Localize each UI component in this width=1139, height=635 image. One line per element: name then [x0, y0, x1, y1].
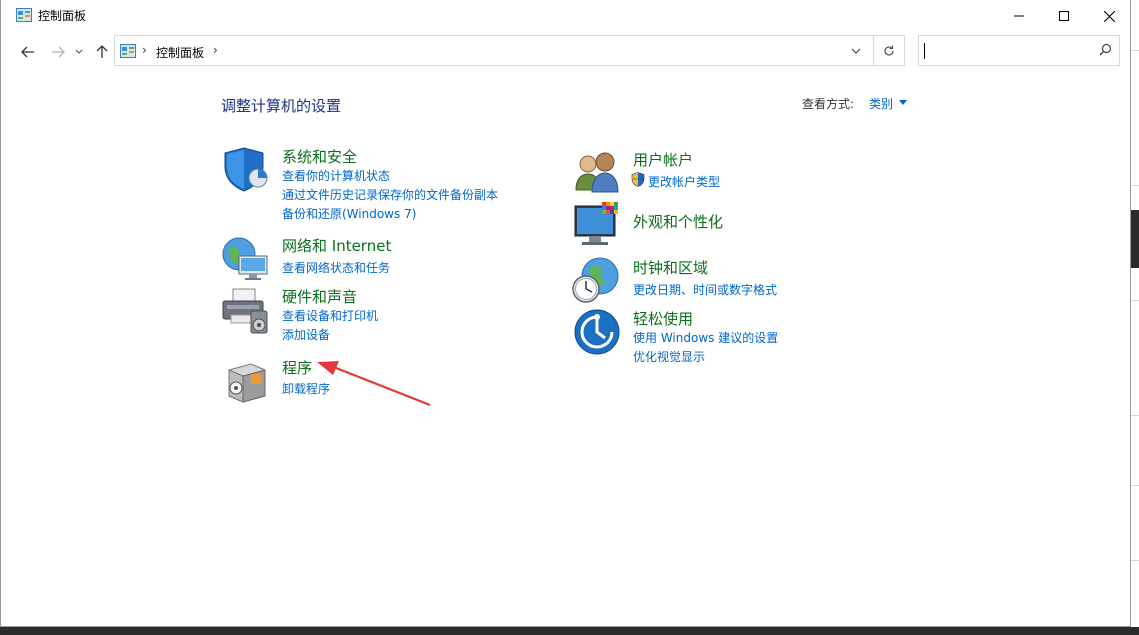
minimize-button[interactable]: [996, 0, 1042, 32]
category-system-security: 系统和安全 查看你的计算机状态 通过文件历史记录保存你的文件备份副本 备份和还原…: [221, 145, 521, 225]
ease-of-access-icon: [574, 309, 620, 355]
link-change-date-time-format[interactable]: 更改日期、时间或数字格式: [633, 281, 777, 298]
category-title[interactable]: 用户帐户: [633, 149, 693, 170]
category-ease-of-access: 轻松使用 使用 Windows 建议的设置 优化视觉显示: [572, 307, 872, 367]
search-input[interactable]: [923, 41, 1093, 61]
up-button[interactable]: [92, 42, 112, 62]
arrow-left-icon: [21, 46, 34, 58]
category-title[interactable]: 外观和个性化: [633, 211, 723, 232]
text-cursor: [924, 43, 925, 59]
control-panel-window: 控制面板 › 控制面板 › 调整计算机的设置 查看方式: 类别 系统和安全 查看…: [0, 0, 1131, 627]
breadcrumb-separator-end[interactable]: ›: [213, 43, 218, 57]
annotation-arrow-icon: [317, 361, 431, 407]
category-title[interactable]: 时钟和区域: [633, 257, 708, 278]
link-add-device[interactable]: 添加设备: [282, 326, 330, 343]
arrow-up-icon: [96, 45, 108, 58]
users-icon: [575, 152, 619, 193]
view-by-dropdown[interactable]: 类别: [869, 95, 893, 112]
category-hardware-sound: 硬件和声音 查看设备和打印机 添加设备: [221, 285, 521, 345]
chevron-down-icon: [851, 48, 861, 54]
link-backup-restore[interactable]: 备份和还原(Windows 7): [282, 205, 416, 222]
category-title[interactable]: 硬件和声音: [282, 286, 357, 307]
category-title[interactable]: 系统和安全: [282, 146, 357, 167]
link-file-history-backup[interactable]: 通过文件历史记录保存你的文件备份副本: [282, 186, 498, 203]
address-bar[interactable]: › 控制面板 ›: [114, 35, 905, 66]
clock-globe-icon: [572, 257, 619, 303]
search-box[interactable]: [918, 35, 1120, 66]
background-window-strip: [1130, 0, 1139, 635]
category-title[interactable]: 轻松使用: [633, 308, 693, 329]
link-view-network-status[interactable]: 查看网络状态和任务: [282, 259, 390, 276]
dropdown-arrow-icon[interactable]: [899, 100, 907, 105]
page-title: 调整计算机的设置: [221, 97, 342, 115]
category-clock-region: 时钟和区域 更改日期、时间或数字格式: [572, 256, 872, 306]
programs-icon: [228, 363, 266, 403]
network-globe-icon: [222, 237, 268, 280]
address-dropdown-button[interactable]: [845, 36, 867, 65]
control-panel-app-icon: [16, 8, 32, 22]
refresh-button[interactable]: [873, 36, 904, 65]
category-user-accounts: 用户帐户 更改帐户类型: [572, 148, 872, 198]
navigation-bar: › 控制面板 ›: [1, 32, 1130, 70]
taskbar-edge: [0, 627, 1139, 635]
window-title: 控制面板: [38, 9, 87, 23]
category-appearance: 外观和个性化: [572, 200, 872, 250]
uac-shield-icon: [631, 172, 645, 187]
link-use-recommended-settings[interactable]: 使用 Windows 建议的设置: [633, 329, 778, 346]
recent-locations-button[interactable]: [72, 42, 86, 62]
link-view-devices-printers[interactable]: 查看设备和打印机: [282, 307, 378, 324]
view-by-label: 查看方式:: [802, 97, 855, 111]
chevron-down-icon: [75, 49, 83, 54]
close-button[interactable]: [1086, 0, 1130, 32]
link-optimize-visual-display[interactable]: 优化视觉显示: [633, 348, 705, 365]
breadcrumb-separator[interactable]: ›: [142, 43, 147, 57]
category-title[interactable]: 网络和 Internet: [282, 235, 391, 256]
printer-icon: [222, 288, 268, 334]
maximize-icon: [1059, 11, 1069, 21]
refresh-icon: [884, 45, 894, 55]
breadcrumb-control-panel[interactable]: 控制面板: [156, 44, 204, 61]
link-view-computer-status[interactable]: 查看你的计算机状态: [282, 167, 390, 184]
maximize-button[interactable]: [1041, 0, 1087, 32]
category-title[interactable]: 程序: [282, 357, 312, 378]
arrow-right-icon: [52, 46, 65, 58]
back-button[interactable]: [18, 42, 38, 62]
minimize-icon: [1014, 15, 1024, 17]
control-panel-icon: [120, 44, 136, 58]
forward-button[interactable]: [48, 42, 68, 62]
title-bar: 控制面板: [1, 0, 1130, 32]
link-change-account-type[interactable]: 更改帐户类型: [648, 173, 720, 190]
appearance-monitor-icon: [574, 202, 618, 245]
category-network-internet: 网络和 Internet 查看网络状态和任务: [221, 234, 521, 284]
search-icon[interactable]: [1099, 43, 1112, 56]
close-icon: [1103, 10, 1115, 22]
shield-icon: [224, 147, 268, 192]
